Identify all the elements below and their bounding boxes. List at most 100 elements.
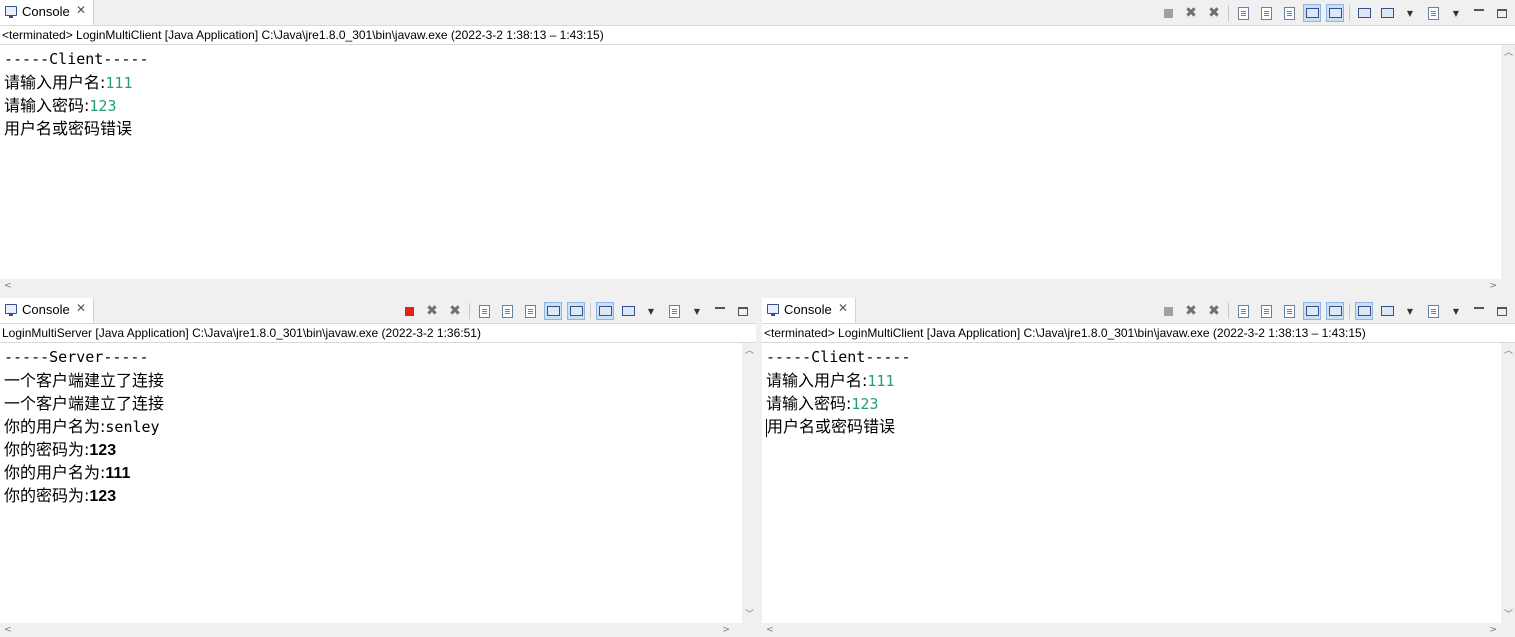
error-text: 用户名或密码错误 [767, 417, 896, 436]
console-output[interactable]: -----Server----- 一个客户端建立了连接 一个客户端建立了连接 你… [0, 343, 742, 623]
scroll-right-icon[interactable]: > [722, 625, 730, 635]
open-console-icon [1427, 6, 1439, 20]
remove-all-terminated-button[interactable]: ✖ [1205, 4, 1223, 22]
display-console-dropdown[interactable]: ▼ [1401, 302, 1419, 320]
console-toolbar: ✖ ✖ ▼ ▼ [1159, 3, 1511, 23]
clear-console-button[interactable] [1234, 302, 1252, 320]
console-output[interactable]: -----Client----- 请输入用户名:111 请输入密码:123 用户… [0, 45, 1501, 279]
output-line: 请输入用户名:111 [4, 71, 1497, 94]
minimize-icon [1474, 9, 1484, 11]
horizontal-scrollbar[interactable]: < > [0, 279, 1515, 293]
clear-console-icon [1237, 6, 1249, 20]
show-on-stdout-button[interactable] [1303, 302, 1321, 320]
horizontal-scrollbar[interactable]: < > [0, 623, 756, 637]
remove-launch-button[interactable]: ✖ [1182, 4, 1200, 22]
maximize-button[interactable] [1493, 302, 1511, 320]
minimize-button[interactable] [1470, 302, 1488, 320]
clear-console-button[interactable] [475, 302, 493, 320]
word-wrap-icon [1283, 304, 1295, 318]
terminate-button[interactable] [1159, 302, 1177, 320]
chevron-down-icon: ▼ [1452, 8, 1460, 18]
vertical-scrollbar[interactable]: ︿ ﹀ [1501, 343, 1515, 623]
remove-all-icon: ✖ [449, 303, 461, 319]
show-on-stdout-button[interactable] [1303, 4, 1321, 22]
console-output[interactable]: -----Client----- 请输入用户名:111 请输入密码:123 用户… [762, 343, 1501, 623]
open-console-button[interactable] [665, 302, 683, 320]
terminate-button[interactable] [400, 302, 418, 320]
label-text: 你的用户名为: [4, 463, 106, 482]
show-on-stderr-button[interactable] [567, 302, 585, 320]
word-wrap-button[interactable] [1280, 4, 1298, 22]
scroll-up-icon[interactable]: ︿ [745, 346, 754, 356]
input-text: 111 [105, 74, 133, 92]
scroll-lock-button[interactable] [1257, 302, 1275, 320]
scroll-left-icon[interactable]: < [4, 281, 12, 291]
remove-all-terminated-button[interactable]: ✖ [446, 302, 464, 320]
scroll-lock-button[interactable] [1257, 4, 1275, 22]
console-pane-top: Console ✕ ✖ ✖ ▼ ▼ <terminated> LoginMult… [0, 0, 1515, 293]
pin-icon [1357, 306, 1371, 316]
clear-console-button[interactable] [1234, 4, 1252, 22]
minimize-button[interactable] [1470, 4, 1488, 22]
scroll-down-icon[interactable]: ﹀ [1504, 610, 1513, 620]
tab-console[interactable]: Console ✕ [762, 298, 856, 323]
scroll-right-icon[interactable]: > [1489, 281, 1497, 291]
open-console-dropdown[interactable]: ▼ [1447, 302, 1465, 320]
scroll-right-icon[interactable]: > [1489, 625, 1497, 635]
pin-console-button[interactable] [596, 302, 614, 320]
show-on-stdout-button[interactable] [544, 302, 562, 320]
open-console-button[interactable] [1424, 4, 1442, 22]
tab-console[interactable]: Console ✕ [0, 298, 94, 323]
terminate-button[interactable] [1159, 4, 1177, 22]
maximize-icon [1497, 306, 1507, 316]
display-selected-console-button[interactable] [619, 302, 637, 320]
toolbar-separator [1349, 303, 1350, 319]
remove-launch-button[interactable]: ✖ [423, 302, 441, 320]
close-tab-icon[interactable]: ✕ [76, 301, 86, 315]
display-console-dropdown[interactable]: ▼ [1401, 4, 1419, 22]
remove-launch-button[interactable]: ✖ [1182, 302, 1200, 320]
value-text: 123 [89, 488, 117, 505]
display-selected-console-button[interactable] [1378, 302, 1396, 320]
display-console-dropdown[interactable]: ▼ [642, 302, 660, 320]
vertical-scrollbar[interactable]: ︿ [1501, 45, 1515, 279]
output-line: 一个客户端建立了连接 [4, 371, 165, 390]
scroll-lock-button[interactable] [498, 302, 516, 320]
word-wrap-button[interactable] [1280, 302, 1298, 320]
show-on-stderr-button[interactable] [1326, 4, 1344, 22]
scroll-up-icon[interactable]: ︿ [1504, 48, 1513, 58]
stop-icon [1163, 8, 1173, 18]
console-pane-server: Console ✕ ✖ ✖ ▼ ▼ LoginMultiServer [Java… [0, 298, 756, 637]
tab-console[interactable]: Console ✕ [0, 0, 94, 25]
maximize-button[interactable] [1493, 4, 1511, 22]
word-wrap-icon [524, 304, 536, 318]
prompt-text: 请输入用户名: [4, 73, 106, 92]
horizontal-scrollbar[interactable]: < > [762, 623, 1515, 637]
remove-all-terminated-button[interactable]: ✖ [1205, 302, 1223, 320]
chevron-down-icon: ▼ [693, 306, 701, 316]
word-wrap-button[interactable] [521, 302, 539, 320]
maximize-button[interactable] [734, 302, 752, 320]
vertical-scrollbar[interactable]: ︿ ﹀ [742, 343, 756, 623]
scroll-up-icon[interactable]: ︿ [1504, 346, 1513, 356]
display-selected-console-button[interactable] [1378, 4, 1396, 22]
tab-label: Console [22, 4, 70, 19]
open-console-button[interactable] [1424, 302, 1442, 320]
scroll-down-icon[interactable]: ﹀ [745, 610, 754, 620]
pin-console-button[interactable] [1355, 302, 1373, 320]
scroll-lock-icon [501, 304, 513, 318]
output-line: -----Client----- [766, 348, 911, 366]
label-text: 你的密码为: [4, 486, 90, 505]
close-tab-icon[interactable]: ✕ [838, 301, 848, 315]
console-pane-client: Console ✕ ✖ ✖ ▼ ▼ <terminated> LoginMult… [762, 298, 1515, 637]
scroll-left-icon[interactable]: < [766, 625, 774, 635]
remove-all-icon: ✖ [1208, 303, 1220, 319]
minimize-button[interactable] [711, 302, 729, 320]
show-on-stderr-button[interactable] [1326, 302, 1344, 320]
open-console-dropdown[interactable]: ▼ [1447, 4, 1465, 22]
close-tab-icon[interactable]: ✕ [76, 3, 86, 17]
open-console-dropdown[interactable]: ▼ [688, 302, 706, 320]
pin-console-button[interactable] [1355, 4, 1373, 22]
scroll-left-icon[interactable]: < [4, 625, 12, 635]
minimize-icon [1474, 307, 1484, 309]
